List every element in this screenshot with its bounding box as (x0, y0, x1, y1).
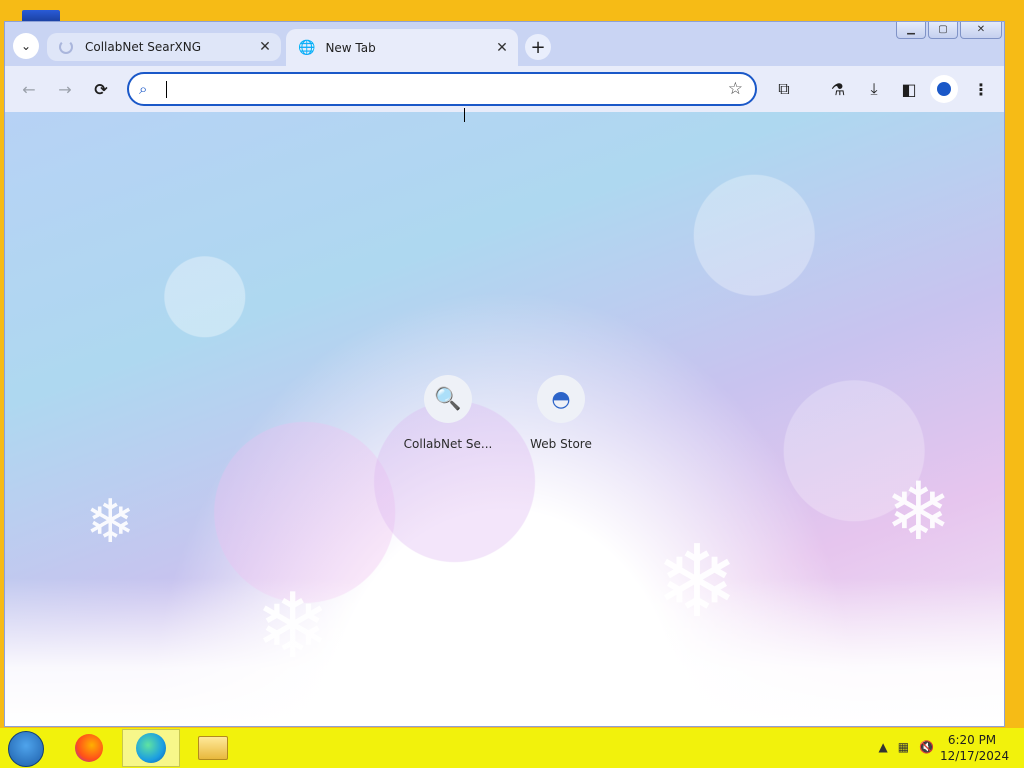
loading-spinner-icon (59, 40, 73, 54)
clock-date: 12/17/2024 (940, 749, 1010, 763)
chevron-down-icon: ⌄ (20, 39, 32, 53)
tab-title: CollabNet SearXNG (85, 40, 202, 54)
web-store-icon: ◓ (537, 375, 585, 423)
minimize-button[interactable]: ▁ (896, 22, 926, 39)
snowflake-decoration: ❄ (85, 487, 136, 557)
show-hidden-icons[interactable]: ▲ (878, 740, 887, 754)
side-panel-icon[interactable]: ◧ (897, 77, 921, 101)
labs-icon[interactable]: ⚗ (826, 77, 850, 101)
search-icon: ⌕ (139, 80, 148, 98)
forward-button[interactable]: → (53, 77, 77, 101)
snowflake-decoration: ❄ (885, 465, 953, 558)
shortcut-web-store[interactable]: ◓ Web Store (511, 375, 611, 451)
tab-collabnet-searxng[interactable]: CollabNet SearXNG ✕ (47, 33, 281, 61)
tab-close-icon[interactable]: ✕ (492, 40, 512, 56)
extensions-icon[interactable]: ⧉ (772, 77, 796, 101)
taskbar-firefox[interactable] (60, 729, 118, 767)
shortcut-label: Web Store (530, 437, 592, 451)
volume-muted-icon[interactable]: 🔇 (919, 740, 934, 754)
firefox-icon (75, 734, 103, 762)
address-input[interactable] (165, 78, 719, 102)
address-bar[interactable]: ⌕ ☆ (127, 72, 757, 106)
maximize-button[interactable]: ▢ (928, 22, 958, 39)
folder-icon (198, 736, 228, 760)
reload-button[interactable]: ⟳ (89, 77, 113, 101)
menu-button[interactable]: ⋮ (969, 77, 993, 101)
text-caret (166, 81, 167, 98)
snow-background (5, 578, 1004, 726)
shortcut-label: CollabNet Se... (403, 437, 493, 451)
bookmark-star-icon[interactable]: ☆ (728, 79, 743, 99)
browser-toolbar: ← → ⟳ ⌕ ☆ ⧉ ⚗ ⤓ ◧ ⋮ (5, 66, 1004, 112)
globe-icon: 🌐 (298, 39, 316, 56)
downloads-icon[interactable]: ⤓ (862, 77, 886, 101)
taskbar: ▲ ▦ 🔇 6:20 PM 12/17/2024 (0, 728, 1024, 768)
desktop: ⌄ CollabNet SearXNG ✕ 🌐 New Tab ✕ + ▁ ▢ … (0, 0, 1024, 768)
search-icon: 🔍 (424, 375, 472, 423)
new-tab-button[interactable]: + (525, 34, 551, 60)
taskbar-browser[interactable] (122, 729, 180, 767)
mouse-cursor (464, 108, 471, 122)
browser-window: ⌄ CollabNet SearXNG ✕ 🌐 New Tab ✕ + ▁ ▢ … (4, 21, 1005, 727)
new-tab-page: ❄ ❄ ❄ ❄ ❄ 🔍 CollabNet Se... ◓ Web Store (5, 112, 1004, 726)
shortcut-collabnet-searxng[interactable]: 🔍 CollabNet Se... (398, 375, 498, 451)
tab-strip: ⌄ CollabNet SearXNG ✕ 🌐 New Tab ✕ + ▁ ▢ … (5, 22, 1004, 66)
profile-button[interactable] (930, 75, 958, 103)
back-button[interactable]: ← (17, 77, 41, 101)
window-close-button[interactable]: ✕ (960, 22, 1002, 39)
tab-close-icon[interactable]: ✕ (255, 39, 275, 55)
network-icon[interactable]: ▦ (898, 740, 909, 754)
window-controls: ▁ ▢ ✕ (894, 22, 1002, 40)
tab-search-button[interactable]: ⌄ (13, 33, 39, 59)
system-tray: ▲ ▦ 🔇 (878, 740, 934, 754)
avatar-icon (937, 82, 951, 96)
start-button[interactable] (8, 731, 44, 767)
taskbar-file-explorer[interactable] (184, 729, 242, 767)
clock-time: 6:20 PM (947, 733, 997, 747)
tab-new-tab[interactable]: 🌐 New Tab ✕ (286, 29, 518, 66)
browser-icon (136, 733, 166, 763)
clock[interactable]: 6:20 PM 12/17/2024 (940, 732, 1010, 764)
tab-title: New Tab (325, 40, 376, 55)
